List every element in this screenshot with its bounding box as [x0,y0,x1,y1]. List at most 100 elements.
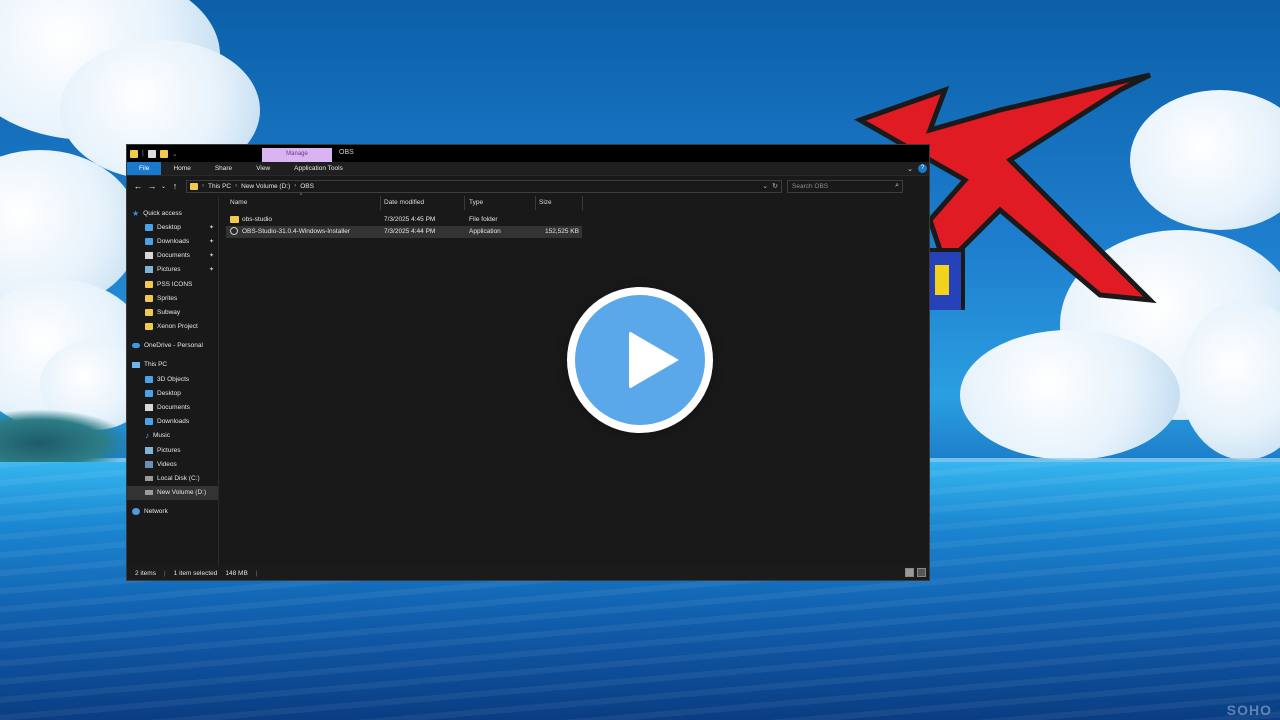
column-divider[interactable] [535,196,536,210]
desktop-icon [145,389,153,397]
title-bar: | ⌄ Manage OBS [127,145,929,162]
nav-label: Desktop [157,223,181,231]
nav-subway[interactable]: Subway [127,305,218,319]
nav-network[interactable]: Network [127,505,218,519]
nav-label: Sprites [157,294,178,302]
onedrive-cloud-icon [132,343,140,349]
address-field[interactable]: › This PC › New Volume (D:) › OBS ⌄ ↻ [186,179,782,193]
search-input[interactable]: Search OBS ⌕ [787,179,903,193]
help-icon[interactable]: ? [918,164,927,173]
chevron-right-icon[interactable]: › [235,183,237,189]
download-icon [145,237,153,245]
tab-view[interactable]: View [244,162,282,175]
pin-icon: ✦ [208,238,214,245]
column-divider[interactable] [380,196,381,210]
nav-documents[interactable]: Documents ✦ [127,249,218,263]
nav-music[interactable]: ♪ Music [127,429,218,443]
breadcrumb-new-volume[interactable]: New Volume (D:) [241,183,290,190]
nav-pictures[interactable]: Pictures ✦ [127,263,218,277]
nav-onedrive[interactable]: OneDrive - Personal [127,339,218,353]
tab-application-tools[interactable]: Application Tools [282,162,355,175]
folder-icon [145,294,153,302]
file-explorer-window: | ⌄ Manage OBS File Home Share View Appl… [126,144,930,581]
nav-label: Downloads [157,237,190,245]
large-icons-view-icon[interactable] [917,568,926,577]
refresh-icon[interactable]: ↻ [772,182,778,190]
play-button[interactable] [567,287,713,433]
chevron-right-icon[interactable]: › [202,183,204,189]
ribbon-controls: ⌄ ? [907,164,927,173]
back-arrow-icon[interactable]: ← [131,181,145,191]
nav-pss-icons[interactable]: PSS ICONS [127,277,218,291]
breadcrumb-this-pc[interactable]: This PC [208,183,231,190]
nav-label: PSS ICONS [157,280,193,288]
nav-downloads[interactable]: Downloads ✦ [127,234,218,248]
nav-quick-access[interactable]: ★ Quick access [127,206,218,220]
file-row[interactable]: obs-studio 7/3/2025 4:45 PM File folder [226,214,582,226]
tab-file[interactable]: File [127,162,162,175]
chevron-right-icon[interactable]: › [294,183,296,189]
nav-3d-objects[interactable]: 3D Objects [127,372,218,386]
address-dropdown-icon[interactable]: ⌄ [762,182,768,190]
status-bar: 2 items | 1 item selected 148 MB | [127,566,929,580]
forward-arrow-icon[interactable]: → [145,181,159,191]
address-actions: ⌄ ↻ [762,182,778,190]
column-size[interactable]: Size [539,199,552,206]
watermark: SOHO [1226,702,1272,718]
expand-ribbon-icon[interactable]: ⌄ [907,165,913,173]
drive-icon [145,490,153,496]
nav-this-pc[interactable]: This PC [127,358,218,372]
nav-desktop[interactable]: Desktop ✦ [127,220,218,234]
quick-access-toolbar: | ⌄ [127,149,178,158]
recent-locations-chevron-icon[interactable]: ⌄ [159,183,168,190]
column-date-modified[interactable]: Date modified [384,199,424,206]
new-folder-icon[interactable] [159,149,168,158]
column-type[interactable]: Type [469,199,483,206]
nav-label: Network [144,508,168,516]
desktop-icon [145,223,153,231]
view-toggle [905,568,926,577]
selection-count: 1 item selected [173,569,218,577]
nav-sprites[interactable]: Sprites [127,291,218,305]
file-type: File folder [469,216,498,223]
file-row-selected[interactable]: OBS-Studio-31.0.4-Windows-Installer 7/3/… [226,226,582,238]
details-view-icon[interactable] [905,568,914,577]
breadcrumb-obs[interactable]: OBS [300,183,314,190]
separator: | [163,569,166,577]
file-name: obs-studio [242,216,272,223]
nav-videos[interactable]: Videos [127,457,218,471]
context-tab-manage[interactable]: Manage [262,148,332,162]
folder-icon [230,216,239,225]
folder-icon [145,308,153,316]
column-divider[interactable] [582,196,583,210]
nav-pc-downloads[interactable]: Downloads [127,415,218,429]
document-icon [145,404,153,412]
nav-label: New Volume (D:) [157,489,207,497]
nav-label: Pictures [157,266,181,274]
network-icon [132,508,140,516]
properties-icon[interactable] [147,149,156,158]
obs-app-icon [230,227,238,237]
tab-share[interactable]: Share [203,162,244,175]
nav-pc-desktop[interactable]: Desktop [127,386,218,400]
address-bar-row: ← → ⌄ ↑ › This PC › New Volume (D:) › OB… [127,176,929,196]
nav-label: Quick access [143,209,182,217]
drive-icon [145,475,153,481]
nav-label: OneDrive - Personal [144,342,203,350]
column-name[interactable]: Name [230,199,247,206]
nav-new-volume-d[interactable]: New Volume (D:) [127,485,218,500]
document-icon [145,252,153,260]
file-date: 7/3/2025 4:44 PM [384,228,436,235]
column-divider[interactable] [464,196,465,210]
tab-home[interactable]: Home [161,162,202,175]
nav-xenon-project[interactable]: Xenon Project [127,320,218,334]
nav-label: Pictures [157,446,181,454]
customize-chevron-icon[interactable]: ⌄ [172,150,178,158]
separator: | [142,150,144,157]
up-arrow-icon[interactable]: ↑ [168,181,182,191]
nav-local-disk-c[interactable]: Local Disk (C:) [127,471,218,485]
separator: | [255,569,258,577]
nav-pc-documents[interactable]: Documents [127,400,218,414]
nav-pc-pictures[interactable]: Pictures [127,443,218,457]
search-placeholder: Search OBS [792,182,829,190]
